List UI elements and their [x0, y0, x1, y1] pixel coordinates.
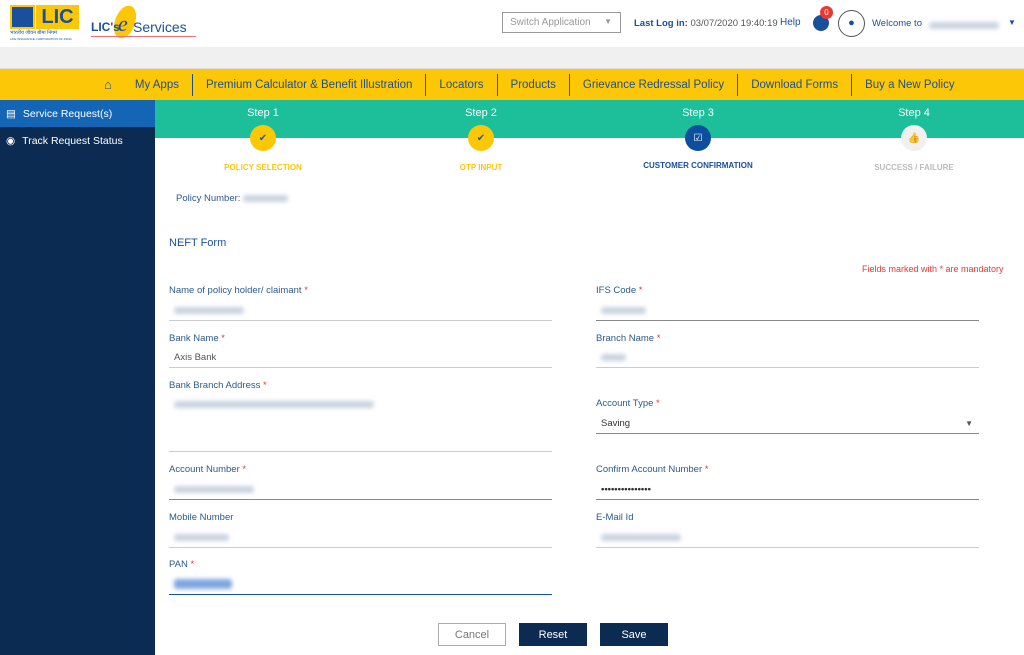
- nav-products[interactable]: Products: [496, 73, 569, 96]
- account-type-select[interactable]: Saving ▼: [596, 414, 979, 434]
- user-avatar-icon[interactable]: ●: [838, 10, 865, 37]
- home-icon[interactable]: ⌂: [104, 77, 112, 92]
- header: LIC भारतीय जीवन बीमा निगम LIFE INSURANCE…: [0, 0, 1024, 47]
- logo-sub: भारतीय जीवन बीमा निगम: [10, 30, 57, 36]
- holder-label: Name of policy holder/ claimant *: [169, 285, 308, 296]
- logo-sub2: LIFE INSURANCE CORPORATION OF INDIA: [10, 37, 72, 41]
- sidebar: ▤ Service Request(s) ◉ Track Request Statu…: [0, 100, 155, 655]
- account-number-label: Account Number *: [169, 464, 247, 475]
- header-band: [0, 47, 1024, 69]
- account-type-label: Account Type *: [596, 398, 660, 409]
- check-icon: ✔: [468, 125, 494, 151]
- nav-grievance[interactable]: Grievance Redressal Policy: [568, 73, 737, 96]
- logo-text: LIC: [36, 5, 79, 29]
- account-number-input[interactable]: [169, 480, 552, 500]
- reset-button[interactable]: Reset: [519, 623, 587, 646]
- document-icon: ▤: [6, 107, 16, 120]
- ifsc-label: IFS Code *: [596, 285, 643, 296]
- help-link[interactable]: Help: [780, 17, 801, 28]
- bank-address-textarea[interactable]: [169, 396, 552, 452]
- nav-my-apps[interactable]: My Apps: [122, 74, 192, 96]
- switch-application-placeholder: Switch Application: [510, 17, 591, 28]
- email-label: E-Mail Id: [596, 512, 634, 523]
- bank-name-label: Bank Name *: [169, 333, 225, 344]
- nav-premium-calculator[interactable]: Premium Calculator & Benefit Illustratio…: [191, 73, 425, 96]
- eservices-e: e: [118, 11, 128, 36]
- eservices-suffix: Services: [133, 19, 187, 35]
- eye-icon: ◉: [6, 134, 16, 147]
- nav-buy-policy[interactable]: Buy a New Policy: [851, 73, 967, 96]
- lic-logo[interactable]: LIC भारतीय जीवन बीमा निगम LIFE INSURANCE…: [10, 5, 80, 41]
- checkbox-icon: ☑: [685, 125, 711, 151]
- save-button[interactable]: Save: [600, 623, 668, 646]
- mobile-input[interactable]: [169, 528, 552, 548]
- form-title: NEFT Form: [169, 237, 227, 249]
- step-1: Step 1 ✔ POLICY SELECTION: [224, 107, 302, 172]
- branch-name-input[interactable]: [596, 348, 979, 368]
- thumbs-up-icon: 👍: [901, 125, 927, 151]
- sidebar-item-service-requests[interactable]: ▤ Service Request(s): [0, 100, 155, 127]
- user-menu-chevron-icon[interactable]: ▼: [1008, 18, 1016, 27]
- sidebar-item-track-status[interactable]: ◉ Track Request Status: [0, 127, 155, 154]
- lic-emblem-icon: [10, 5, 35, 29]
- check-icon: ✔: [250, 125, 276, 151]
- mobile-label: Mobile Number: [169, 512, 234, 523]
- main-nav: ⌂ My Apps Premium Calculator & Benefit I…: [0, 69, 1024, 100]
- step-4: Step 4 👍 SUCCESS / FAILURE: [874, 107, 954, 172]
- policy-number: Policy Number:: [176, 193, 289, 204]
- welcome-text: Welcome to: [872, 18, 922, 29]
- last-login: Last Log in: 03/07/2020 19:40:19: [634, 18, 778, 29]
- holder-input[interactable]: [169, 301, 552, 321]
- branch-name-label: Branch Name *: [596, 333, 661, 344]
- cancel-button[interactable]: Cancel: [438, 623, 506, 646]
- chevron-down-icon: ▼: [965, 419, 973, 428]
- pan-label: PAN *: [169, 559, 195, 570]
- switch-application-select[interactable]: Switch Application ▼: [502, 12, 621, 33]
- email-input[interactable]: [596, 528, 979, 548]
- ifsc-input[interactable]: [596, 301, 979, 321]
- eservices-logo[interactable]: LIC's e Services: [91, 2, 201, 42]
- pan-input[interactable]: [169, 575, 552, 595]
- nav-locators[interactable]: Locators: [425, 73, 496, 96]
- eservices-prefix: LIC's: [91, 20, 120, 34]
- chevron-down-icon: ▼: [604, 17, 612, 26]
- confirm-account-input[interactable]: •••••••••••••••: [596, 480, 979, 500]
- step-3: Step 3 ☑ CUSTOMER CONFIRMATION: [643, 107, 753, 170]
- confirm-account-label: Confirm Account Number *: [596, 464, 709, 475]
- nav-download-forms[interactable]: Download Forms: [737, 73, 851, 96]
- mandatory-note: Fields marked with * are mandatory: [862, 264, 1004, 274]
- bank-name-input[interactable]: Axis Bank: [169, 348, 552, 368]
- notification-badge: 0: [820, 6, 833, 19]
- bank-address-label: Bank Branch Address *: [169, 380, 267, 391]
- step-2: Step 2 ✔ OTP INPUT: [459, 107, 503, 172]
